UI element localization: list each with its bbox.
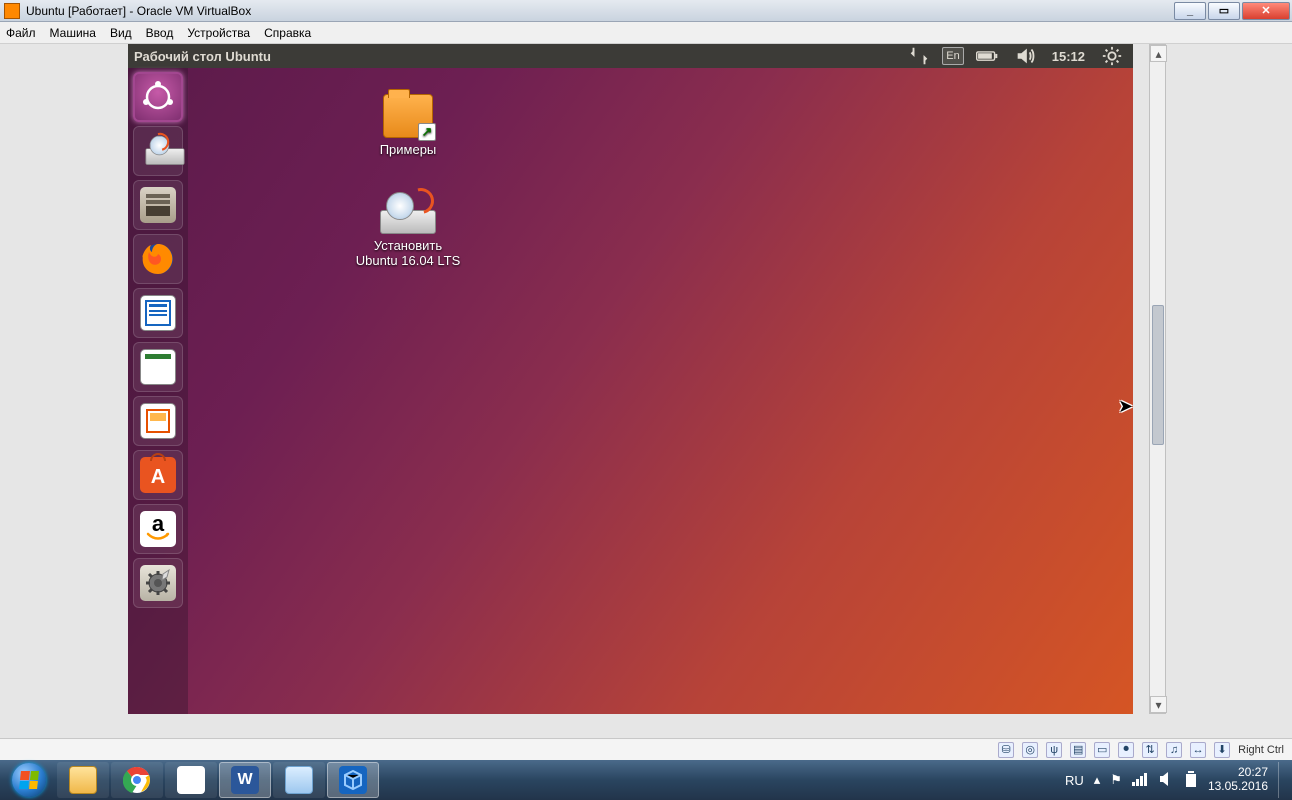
tray-power-icon[interactable] [1184, 771, 1198, 790]
menu-help[interactable]: Справка [264, 26, 311, 40]
desktop-icon-install-ubuntu[interactable]: Установить Ubuntu 16.04 LTS [338, 194, 478, 268]
launcher-writer[interactable] [133, 288, 183, 338]
menu-machine[interactable]: Машина [50, 26, 96, 40]
launcher-software[interactable]: A [133, 450, 183, 500]
ubuntu-topbar-title: Рабочий стол Ubuntu [134, 49, 896, 64]
menu-input[interactable]: Ввод [146, 26, 174, 40]
desktop-icon-label: Примеры [338, 142, 478, 157]
host-window-titlebar: Ubuntu [Работает] - Oracle VM VirtualBox… [0, 0, 1292, 22]
menu-file[interactable]: Файл [6, 26, 36, 40]
taskbar-word[interactable]: W [219, 762, 271, 798]
vertical-scrollbar[interactable]: ▴ ▾ [1149, 44, 1166, 714]
vb-audio-icon[interactable]: ♫ [1166, 742, 1182, 758]
launcher-calc[interactable] [133, 342, 183, 392]
taskbar-notepad[interactable] [273, 762, 325, 798]
session-gear-icon[interactable] [1097, 47, 1127, 65]
keyboard-layout-indicator[interactable]: En [942, 47, 963, 65]
installer-icon [380, 194, 436, 234]
tray-language[interactable]: RU [1065, 773, 1084, 788]
ubuntu-topbar: Рабочий стол Ubuntu En 15:12 [128, 44, 1133, 68]
launcher-dash[interactable] [133, 72, 183, 122]
tray-time: 20:27 [1238, 766, 1268, 780]
system-tray: RU ▴ ⚑ 20:27 13.05.2016 [1065, 762, 1290, 798]
unity-launcher: A a [128, 68, 188, 714]
tray-show-hidden-icon[interactable]: ▴ [1094, 772, 1101, 788]
show-desktop-button[interactable] [1278, 762, 1286, 798]
vb-display-icon[interactable]: ▭ [1094, 742, 1110, 758]
scrollbar-thumb[interactable] [1152, 305, 1164, 445]
launcher-install-ubuntu[interactable] [133, 126, 183, 176]
desktop-icon-label: Установить [338, 238, 478, 253]
taskbar-explorer[interactable] [57, 762, 109, 798]
tray-flag-icon[interactable]: ⚑ [1110, 772, 1122, 788]
host-taskbar: W RU ▴ ⚑ 20:27 13.05.2016 [0, 760, 1292, 800]
tray-clock[interactable]: 20:27 13.05.2016 [1208, 766, 1268, 794]
vb-video-capture-icon[interactable]: ⏺ [1118, 742, 1134, 758]
host-window-title: Ubuntu [Работает] - Oracle VM VirtualBox [26, 4, 1168, 18]
tray-network-icon[interactable] [1132, 772, 1148, 789]
folder-icon: ↗ [383, 94, 433, 138]
shortcut-badge-icon: ↗ [418, 123, 436, 141]
vb-optical-icon[interactable]: ◎ [1022, 742, 1038, 758]
taskbar-chrome[interactable] [111, 762, 163, 798]
menu-devices[interactable]: Устройства [187, 26, 250, 40]
vb-usb-icon[interactable]: ψ [1046, 742, 1062, 758]
launcher-files[interactable] [133, 180, 183, 230]
launcher-firefox[interactable] [133, 234, 183, 284]
network-icon[interactable] [904, 47, 934, 65]
ubuntu-desktop[interactable]: Рабочий стол Ubuntu En 15:12 [128, 44, 1133, 714]
virtualbox-menubar: Файл Машина Вид Ввод Устройства Справка [0, 22, 1292, 44]
vb-shared-folder-icon[interactable]: ▤ [1070, 742, 1086, 758]
desktop-icon-label: Ubuntu 16.04 LTS [338, 253, 478, 268]
scroll-down-button[interactable]: ▾ [1150, 696, 1167, 713]
vb-mouse-integration-icon[interactable]: ↔ [1190, 742, 1206, 758]
vb-hostkey-icon[interactable]: ⬇ [1214, 742, 1230, 758]
desktop-icon-examples[interactable]: ↗ Примеры [338, 94, 478, 157]
virtualbox-statusbar: ⛁ ◎ ψ ▤ ▭ ⏺ ⇅ ♫ ↔ ⬇ Right Ctrl [0, 738, 1292, 760]
tray-date: 13.05.2016 [1208, 780, 1268, 794]
maximize-button[interactable]: ▭ [1208, 2, 1240, 20]
guest-cursor-icon: ➤ [1118, 396, 1133, 417]
launcher-impress[interactable] [133, 396, 183, 446]
close-button[interactable]: ✕ [1242, 2, 1290, 20]
minimize-button[interactable]: _ [1174, 2, 1206, 20]
menu-view[interactable]: Вид [110, 26, 132, 40]
volume-icon[interactable] [1010, 47, 1040, 65]
taskbar-virtualbox[interactable] [327, 762, 379, 798]
vb-network-icon[interactable]: ⇅ [1142, 742, 1158, 758]
launcher-amazon[interactable]: a [133, 504, 183, 554]
battery-icon[interactable] [972, 47, 1002, 65]
launcher-settings[interactable] [133, 558, 183, 608]
start-button[interactable] [2, 760, 56, 800]
vb-harddisk-icon[interactable]: ⛁ [998, 742, 1014, 758]
virtualbox-icon [4, 3, 20, 19]
vb-hostkey-label: Right Ctrl [1238, 744, 1284, 756]
ubuntu-clock[interactable]: 15:12 [1048, 47, 1089, 65]
tray-volume-icon[interactable] [1158, 771, 1174, 790]
scroll-up-button[interactable]: ▴ [1150, 45, 1167, 62]
taskbar-app-grid[interactable] [165, 762, 217, 798]
